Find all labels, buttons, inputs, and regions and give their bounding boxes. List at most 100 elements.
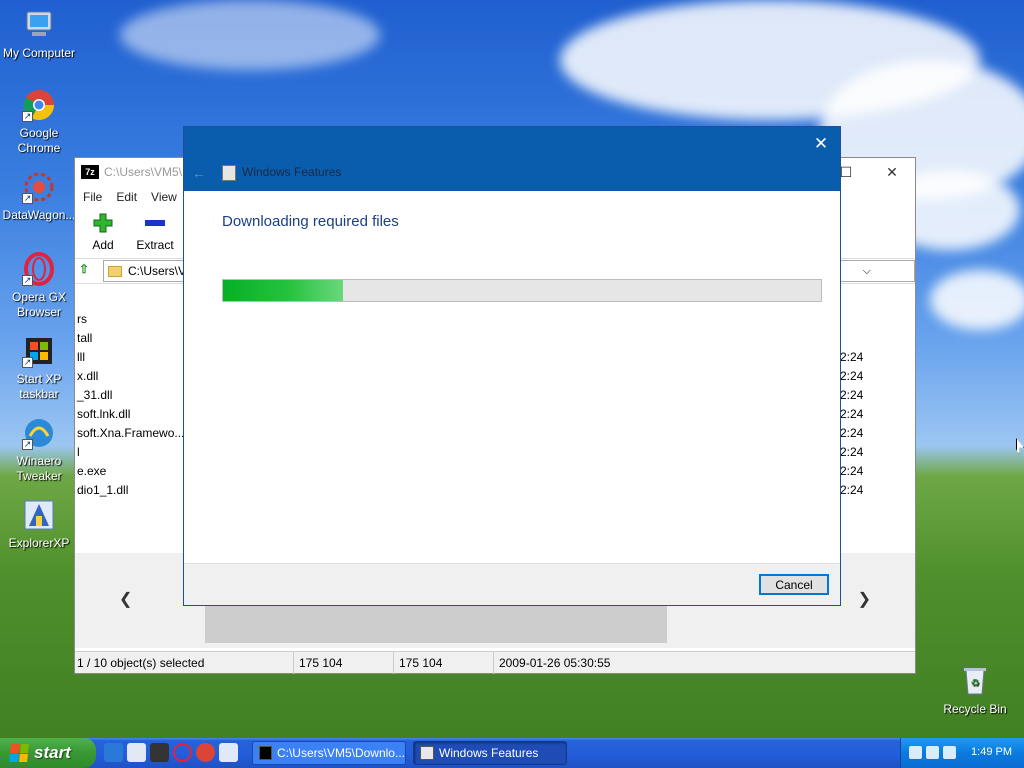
winaero-icon: ↗: [22, 416, 56, 450]
dialog-titlebar[interactable]: ✕ ← Windows Features: [184, 127, 840, 191]
internet-explorer-icon[interactable]: [104, 743, 123, 762]
status-size: 175 104: [299, 656, 343, 670]
7zip-window-title: C:\Users\VM5\: [104, 165, 183, 179]
desktop-icon-label: My Computer: [2, 46, 76, 60]
status-selected: 1 / 10 object(s) selected: [77, 656, 205, 670]
desktop-icon-datawagon[interactable]: ↗ DataWagon...: [0, 170, 78, 223]
menu-edit[interactable]: Edit: [116, 190, 137, 204]
explorerxp-icon[interactable]: [219, 743, 238, 762]
datawagon-icon: ↗: [22, 170, 56, 204]
desktop-icon-label: DataWagon...: [2, 208, 76, 222]
address-dropdown-icon[interactable]: ⌵: [863, 265, 871, 278]
desktop-icon-label: ExplorerXP: [8, 536, 70, 550]
recycle-bin-icon: ♻: [958, 664, 992, 698]
computer-icon: [22, 8, 56, 42]
windows-features-dialog: ✕ ← Windows Features Downloading require…: [183, 126, 841, 606]
folder-icon: [108, 265, 122, 277]
list-item-mtime: 2:24: [840, 369, 864, 383]
desktop-icon-label: Google Chrome: [17, 126, 61, 155]
start-xp-icon[interactable]: [150, 743, 169, 762]
desktop-icon-my-computer[interactable]: My Computer: [0, 8, 78, 61]
list-item[interactable]: dio1_1.dll: [77, 481, 128, 500]
list-item[interactable]: l: [77, 443, 80, 462]
add-label: Add: [92, 238, 114, 252]
scroll-left-icon[interactable]: ❮: [119, 589, 132, 609]
shortcut-arrow-icon: ↗: [22, 439, 33, 450]
volume-icon[interactable]: [943, 746, 956, 759]
start-button[interactable]: start: [0, 738, 96, 768]
menu-file[interactable]: File: [83, 190, 102, 204]
chrome-icon: ↗: [22, 88, 56, 122]
list-item[interactable]: _31.dll: [77, 386, 112, 405]
extract-label: Extract: [136, 238, 174, 252]
7zip-logo-icon: 7z: [81, 165, 99, 179]
opera-gx-icon: ↗: [22, 252, 56, 286]
list-item[interactable]: soft.Xna.Framewo...: [77, 424, 184, 443]
start-label: start: [34, 743, 71, 762]
status-packed: 175 104: [399, 656, 443, 670]
task-label: Windows Features: [439, 746, 539, 760]
add-button[interactable]: Add: [83, 212, 123, 252]
quick-launch: [104, 743, 238, 762]
close-button[interactable]: ✕: [869, 158, 915, 186]
mouse-cursor-icon: [1016, 438, 1024, 454]
list-item-mtime: 2:24: [840, 445, 864, 459]
list-item-mtime: 2:24: [840, 426, 864, 440]
task-7zip-window[interactable]: C:\Users\VM5\Downlo...: [252, 741, 406, 765]
security-shield-icon[interactable]: [909, 746, 922, 759]
minus-icon: [135, 212, 175, 234]
windows-features-app-icon: [222, 165, 236, 181]
explorerxp-icon: [22, 498, 56, 532]
opera-gx-icon[interactable]: [173, 743, 192, 762]
back-arrow-icon[interactable]: ←: [192, 165, 206, 181]
clock[interactable]: 1:49 PM: [971, 746, 1012, 758]
desktop-icon-label: Opera GX Browser: [11, 290, 67, 319]
explorer-icon[interactable]: [127, 743, 146, 762]
desktop-icon-label: Start XP taskbar: [16, 372, 62, 401]
list-item-mtime: 2:24: [840, 388, 864, 402]
scroll-right-icon[interactable]: ❯: [858, 589, 871, 609]
task-windows-features[interactable]: Windows Features: [413, 741, 567, 765]
desktop-icon-winaero-tweaker[interactable]: ↗ Winaero Tweaker: [0, 416, 78, 484]
desktop-icon-start-xp-taskbar[interactable]: ↗ Start XP taskbar: [0, 334, 78, 402]
chrome-icon[interactable]: [196, 743, 215, 762]
list-item[interactable]: e.exe: [77, 462, 106, 481]
task-label: C:\Users\VM5\Downlo...: [276, 746, 405, 760]
7zip-statusbar: 1 / 10 object(s) selected 175 104 175 10…: [75, 651, 915, 674]
status-divider: [293, 652, 294, 674]
svg-text:♻: ♻: [971, 678, 980, 689]
shortcut-arrow-icon: ↗: [22, 193, 33, 204]
list-item[interactable]: lll: [77, 348, 85, 367]
desktop-icon-recycle-bin[interactable]: ♻ Recycle Bin: [936, 664, 1014, 717]
list-item-mtime: 2:24: [840, 464, 864, 478]
windows-flag-icon: ↗: [22, 334, 56, 368]
extract-button[interactable]: Extract: [135, 212, 175, 252]
list-item[interactable]: tall: [77, 329, 92, 348]
shortcut-arrow-icon: ↗: [22, 111, 33, 122]
desktop-icon-label: Recycle Bin: [943, 702, 1007, 716]
taskbar: start C:\Users\VM5\Downlo... Windows Fea…: [0, 738, 1024, 768]
7zip-logo-icon: [259, 746, 272, 760]
list-item[interactable]: rs: [77, 310, 87, 329]
up-folder-icon[interactable]: ⇧: [79, 262, 97, 280]
desktop-icon-opera-gx[interactable]: ↗ Opera GX Browser: [0, 252, 78, 320]
dialog-footer: Cancel: [184, 563, 840, 605]
dialog-heading: Downloading required files: [222, 213, 399, 230]
desktop-icon-explorerxp[interactable]: ExplorerXP: [0, 498, 78, 551]
windows-features-app-icon: [420, 746, 434, 760]
scrollbar-thumb[interactable]: [205, 603, 667, 643]
progress-fill: [223, 280, 343, 301]
status-divider: [493, 652, 494, 674]
list-item[interactable]: x.dll: [77, 367, 98, 386]
status-modified: 2009-01-26 05:30:55: [499, 656, 611, 670]
close-icon[interactable]: ✕: [810, 133, 832, 155]
status-divider: [393, 652, 394, 674]
desktop-icon-label: Winaero Tweaker: [16, 454, 62, 483]
desktop-icon-google-chrome[interactable]: ↗ Google Chrome: [0, 88, 78, 156]
plus-icon: [83, 212, 123, 234]
windows-logo-icon: [9, 744, 29, 762]
cancel-button[interactable]: Cancel: [759, 574, 829, 595]
network-icon[interactable]: [926, 746, 939, 759]
list-item[interactable]: soft.lnk.dll: [77, 405, 130, 424]
menu-view[interactable]: View: [151, 190, 177, 204]
